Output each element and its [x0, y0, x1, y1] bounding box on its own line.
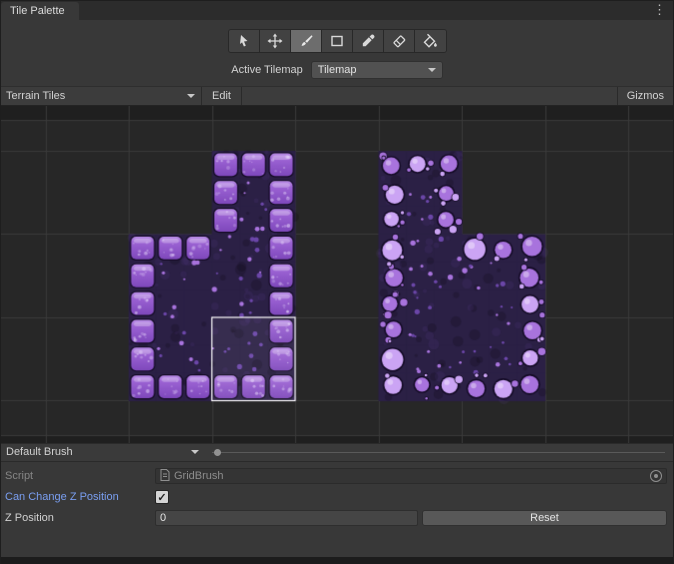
box-icon	[329, 33, 345, 49]
can-change-z-label: Can Change Z Position	[5, 491, 155, 503]
window-bottom-edge	[1, 557, 673, 564]
reset-button[interactable]: Reset	[422, 510, 667, 526]
tool-fill-button[interactable]	[415, 30, 446, 52]
chevron-down-icon	[428, 68, 436, 72]
palette-name: Terrain Tiles	[6, 90, 65, 102]
script-row: Script GridBrush	[1, 466, 673, 487]
brush-inspector: Script GridBrush Can Change Z Position ✓…	[1, 462, 673, 529]
tools-toolbar	[1, 29, 673, 53]
z-position-label: Z Position	[5, 512, 155, 524]
brush-dropdown-value: Default Brush	[6, 446, 73, 458]
tool-erase-button[interactable]	[384, 30, 415, 52]
tile-palette-window: Tile Palette ⋮	[0, 0, 674, 564]
brush-dropdown[interactable]: Default Brush	[1, 444, 206, 461]
active-tilemap-label: Active Tilemap	[231, 64, 303, 76]
chevron-down-icon	[191, 450, 199, 454]
brush-toolbar: Default Brush	[1, 443, 673, 462]
brush-size-slider[interactable]	[212, 452, 665, 453]
tool-move-button[interactable]	[260, 30, 291, 52]
tool-box-fill-button[interactable]	[322, 30, 353, 52]
tool-pick-button[interactable]	[353, 30, 384, 52]
palette-dropdown[interactable]: Terrain Tiles	[1, 87, 201, 105]
active-tilemap-dropdown[interactable]: Tilemap	[311, 61, 443, 79]
z-position-row: Z Position Reset	[1, 508, 673, 529]
kebab-menu-icon[interactable]: ⋮	[653, 3, 666, 17]
tool-paint-button[interactable]	[291, 30, 322, 52]
z-position-input[interactable]	[155, 510, 418, 526]
paintbrush-icon	[298, 33, 314, 49]
script-file-icon	[160, 469, 170, 484]
cursor-icon	[236, 33, 252, 49]
object-picker-icon	[650, 470, 662, 482]
can-change-z-row: Can Change Z Position ✓	[1, 487, 673, 508]
edit-button[interactable]: Edit	[202, 87, 241, 105]
checkmark-icon: ✓	[157, 491, 166, 504]
eraser-icon	[391, 33, 407, 49]
palette-header-bar: Terrain Tiles Edit Gizmos	[1, 86, 673, 106]
tab-title: Tile Palette	[10, 5, 65, 17]
paint-bucket-icon	[422, 33, 438, 49]
chevron-down-icon	[187, 94, 195, 98]
script-object-field: GridBrush	[155, 468, 667, 484]
can-change-z-checkbox[interactable]: ✓	[155, 490, 169, 504]
tool-button-group	[228, 29, 447, 53]
script-label: Script	[5, 470, 155, 482]
script-value: GridBrush	[174, 470, 224, 482]
active-tilemap-value: Tilemap	[318, 64, 357, 76]
eyedropper-icon	[360, 33, 376, 49]
tool-select-button[interactable]	[229, 30, 260, 52]
slider-handle[interactable]	[214, 449, 221, 456]
separator	[241, 87, 242, 105]
tile-palette-canvas[interactable]	[1, 106, 673, 443]
gizmos-button[interactable]: Gizmos	[617, 87, 673, 105]
empty-space	[1, 529, 673, 557]
tab-tile-palette[interactable]: Tile Palette	[1, 2, 79, 20]
active-tilemap-row: Active Tilemap Tilemap	[1, 61, 673, 79]
tab-bar: Tile Palette ⋮	[1, 1, 673, 20]
move-icon	[267, 33, 283, 49]
